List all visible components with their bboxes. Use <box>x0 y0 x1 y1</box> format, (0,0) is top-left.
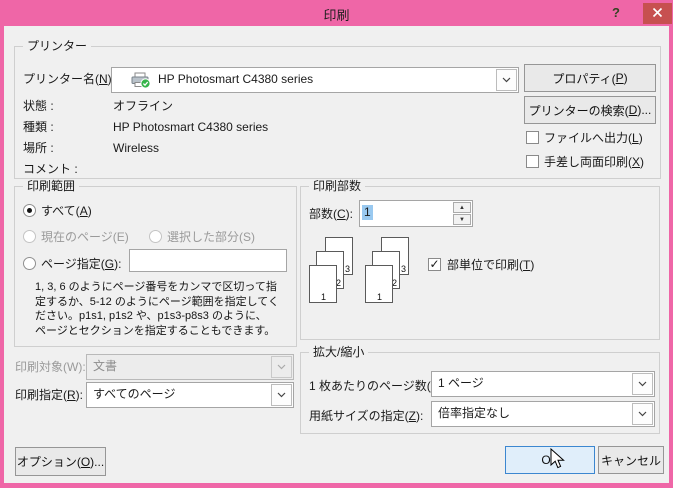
scale-to-paper-value: 倍率指定なし <box>438 406 510 421</box>
chevron-down-icon <box>277 364 286 370</box>
printer-name-combobox[interactable]: HP Photosmart C4380 series <box>111 67 519 93</box>
close-icon <box>652 7 663 21</box>
page-range-group-label: 印刷範囲 <box>23 179 79 194</box>
scale-to-paper-label: 用紙サイズの指定(Z): <box>309 409 423 423</box>
dialog-body: プリンター プリンター名(N): HP Photosmart C4380 ser… <box>4 26 669 483</box>
print-pages-dropdown-button[interactable] <box>271 384 292 406</box>
printer-kind-value: HP Photosmart C4380 series <box>113 120 268 134</box>
scale-to-paper-dropdown-button[interactable] <box>632 403 653 425</box>
print-pages-value: すべてのページ <box>93 387 175 402</box>
range-all-radio[interactable] <box>23 204 36 217</box>
properties-button[interactable]: プロパティ(P) <box>524 64 656 92</box>
ok-button[interactable]: OK <box>505 446 595 474</box>
manual-duplex-checkbox[interactable] <box>526 155 539 168</box>
print-what-label: 印刷対象(W): <box>15 360 86 374</box>
zoom-group: 拡大/縮小 1 枚あたりのページ数(H): 1 ページ 用紙サイズの指定(Z):… <box>300 352 660 434</box>
chevron-down-icon <box>277 392 286 398</box>
printer-status-label: 状態 : <box>23 99 54 113</box>
find-printer-button[interactable]: プリンターの検索(D)... <box>524 96 656 124</box>
help-button[interactable]: ? <box>607 4 625 22</box>
print-dialog-window: 印刷 ? プリンター プリンター名(N): <box>0 0 673 488</box>
printer-location-value: Wireless <box>113 141 159 155</box>
range-pages-radio[interactable] <box>23 257 36 270</box>
chevron-down-icon <box>638 381 647 387</box>
copies-group: 印刷部数 部数(C): 1 ▲ ▼ 3 2 1 3 2 1 ✓ 部単位で印刷(T… <box>300 186 660 340</box>
printer-name-value: HP Photosmart C4380 series <box>158 72 313 87</box>
printer-status-value: オフライン <box>113 99 173 113</box>
collate-checkbox[interactable]: ✓ <box>428 258 441 271</box>
copies-increment-button[interactable]: ▲ <box>453 202 471 213</box>
copies-group-label: 印刷部数 <box>309 179 365 194</box>
titlebar[interactable]: 印刷 ? <box>0 0 673 26</box>
collate-pages-icon: 3 2 1 <box>365 237 409 304</box>
dialog-title: 印刷 <box>0 5 673 24</box>
check-icon: ✓ <box>429 259 439 269</box>
print-to-file-checkbox[interactable] <box>526 131 539 144</box>
print-pages-combobox[interactable]: すべてのページ <box>86 382 294 408</box>
printer-kind-label: 種類 : <box>23 120 54 134</box>
copies-decrement-button[interactable]: ▼ <box>453 214 471 225</box>
zoom-group-label: 拡大/縮小 <box>309 345 368 360</box>
print-pages-label: 印刷指定(R): <box>15 388 83 402</box>
printer-name-label: プリンター名(N): <box>23 72 115 86</box>
scale-to-paper-combobox[interactable]: 倍率指定なし <box>431 401 655 427</box>
range-current-page-radio <box>23 230 36 243</box>
pages-per-sheet-combobox[interactable]: 1 ページ <box>431 371 655 397</box>
pages-per-sheet-value: 1 ページ <box>438 376 484 391</box>
printer-name-dropdown-button[interactable] <box>496 69 517 91</box>
chevron-down-icon <box>638 411 647 417</box>
pages-input[interactable] <box>129 249 287 272</box>
range-pages-label[interactable]: ページ指定(G): <box>41 257 121 271</box>
collate-pages-icon: 3 2 1 <box>309 237 353 304</box>
copies-count-label: 部数(C): <box>309 207 353 221</box>
copies-count-input[interactable]: 1 ▲ ▼ <box>359 200 473 227</box>
printer-status-icon <box>130 72 151 92</box>
range-selection-radio <box>149 230 162 243</box>
range-selection-label: 選択した部分(S) <box>167 230 255 244</box>
manual-duplex-label[interactable]: 手差し両面印刷(X) <box>544 155 644 169</box>
range-current-page-label: 現在のページ(E) <box>41 230 129 244</box>
printer-group-label: プリンター <box>23 39 91 54</box>
print-what-value: 文書 <box>93 359 117 374</box>
close-button[interactable] <box>643 3 672 24</box>
chevron-down-icon <box>502 77 511 83</box>
range-all-label[interactable]: すべて(A) <box>41 204 92 218</box>
print-what-dropdown-button <box>271 356 292 378</box>
printer-comment-label: コメント : <box>23 162 78 176</box>
printer-location-label: 場所 : <box>23 141 54 155</box>
print-what-combobox: 文書 <box>86 354 294 380</box>
page-range-hint: 1, 3, 6 のようにページ番号をカンマで区切って指 定するか、5-12 のよ… <box>35 280 291 338</box>
copies-count-value: 1 <box>362 205 373 220</box>
print-to-file-label[interactable]: ファイルへ出力(L) <box>544 131 643 145</box>
pages-per-sheet-label: 1 枚あたりのページ数(H): <box>309 379 447 393</box>
printer-group: プリンター プリンター名(N): HP Photosmart C4380 ser… <box>14 46 661 179</box>
collate-label[interactable]: 部単位で印刷(T) <box>447 258 534 272</box>
page-range-group: 印刷範囲 すべて(A) 現在のページ(E) 選択した部分(S) ページ指定(G)… <box>14 186 297 347</box>
pages-per-sheet-dropdown-button[interactable] <box>632 373 653 395</box>
cancel-button[interactable]: キャンセル <box>598 446 664 474</box>
options-button[interactable]: オプション(O)... <box>15 447 106 476</box>
